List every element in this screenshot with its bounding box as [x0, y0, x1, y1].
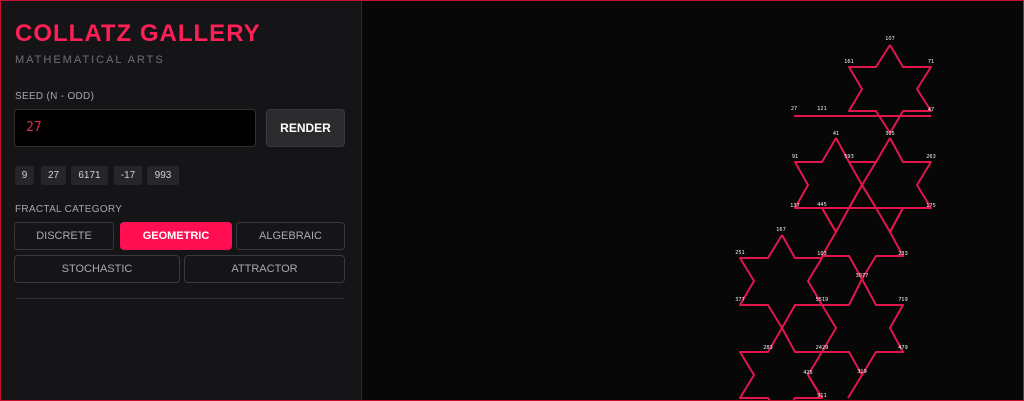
preset-chip-993[interactable]: 993 [147, 166, 179, 185]
control-sidebar: COLLATZ GALLERY MATHEMATICAL ARTS SEED (… [1, 1, 362, 400]
fractal-path-4 [821, 184, 904, 280]
node-label: 107 [885, 36, 895, 42]
preset-chip-27[interactable]: 27 [41, 166, 66, 185]
node-label: 71 [928, 59, 934, 65]
node-label: 5519 [816, 297, 829, 303]
fractal-drawing: 107 161 71 27 121 47 41 305 91 593 263 137 445 175 167… [735, 36, 936, 400]
category-stochastic-button[interactable]: STOCHASTIC [14, 255, 180, 283]
node-label: 2429 [816, 345, 829, 351]
fractal-path-7 [739, 327, 823, 400]
preset-chip-6171[interactable]: 6171 [71, 166, 108, 185]
fractal-path-5 [739, 234, 823, 329]
node-label: 137 [790, 203, 800, 209]
seed-input[interactable]: 27 [14, 109, 256, 147]
seed-label: SEED (N - ODD) [15, 91, 95, 102]
node-label: 719 [898, 297, 908, 303]
node-label: 41 [833, 131, 839, 137]
render-button[interactable]: RENDER [266, 109, 345, 147]
fractal-path-6 [821, 278, 904, 376]
node-label: 175 [926, 203, 936, 209]
category-algebraic-button[interactable]: ALGEBRAIC [236, 222, 345, 250]
node-label: 121 [817, 106, 827, 112]
sidebar-divider [15, 298, 345, 299]
node-label: 377 [735, 297, 745, 303]
fractal-canvas[interactable]: 107 161 71 27 121 47 41 305 91 593 263 137 445 175 167… [363, 1, 1023, 400]
node-label: 305 [885, 131, 895, 137]
node-label: 911 [817, 393, 827, 399]
preset-chip-9[interactable]: 9 [15, 166, 34, 185]
node-label: 263 [926, 154, 936, 160]
node-label: 27 [791, 106, 797, 112]
node-label: 479 [898, 345, 908, 351]
node-label: 445 [817, 202, 827, 208]
node-label: 233 [898, 251, 908, 257]
node-label: 319 [857, 369, 867, 375]
fractal-path-9 [847, 374, 863, 399]
node-label: 47 [928, 107, 934, 113]
node-label: 91 [792, 154, 798, 160]
node-label: 161 [844, 59, 854, 65]
node-label: 251 [735, 250, 745, 256]
category-label: FRACTAL CATEGORY [15, 204, 123, 215]
app-subtitle: MATHEMATICAL ARTS [15, 54, 165, 66]
fractal-path-2 [794, 137, 877, 233]
node-label: 103 [817, 251, 827, 257]
fractal-path-0 [848, 44, 932, 134]
category-geometric-button[interactable]: GEOMETRIC [120, 222, 232, 250]
node-label: 283 [763, 345, 773, 351]
node-label: 593 [844, 154, 854, 160]
node-label: 167 [776, 227, 786, 233]
category-attractor-button[interactable]: ATTRACTOR [184, 255, 345, 283]
preset-chip-neg17[interactable]: -17 [114, 166, 142, 185]
node-label: 3077 [856, 273, 869, 279]
app-title: COLLATZ GALLERY [15, 20, 261, 47]
category-discrete-button[interactable]: DISCRETE [14, 222, 114, 250]
node-label: 425 [803, 370, 813, 376]
